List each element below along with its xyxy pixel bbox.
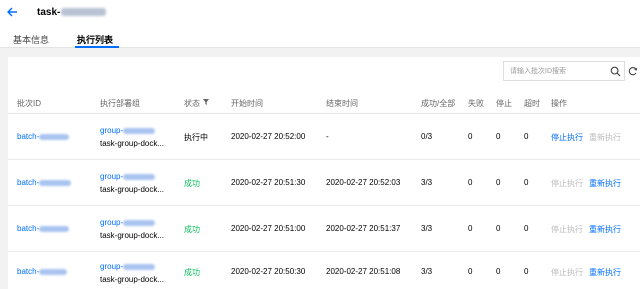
success-count: 0/3 [421,132,433,141]
stopped-count: 0 [496,224,501,233]
stopped-count: 0 [496,178,501,187]
group-id-link[interactable]: group- [100,172,156,181]
active-tab-indicator [75,46,119,48]
group-id-link[interactable]: group- [100,218,156,227]
row-divider [8,205,640,206]
failed-count: 0 [468,267,473,276]
rerun-button[interactable]: 重新执行 [589,132,621,143]
col-header-deploy-group: 执行部署组 [100,99,140,108]
col-header-timeout: 超时 [524,99,540,108]
rerun-button[interactable]: 重新执行 [589,224,621,235]
stopped-count: 0 [496,267,501,276]
end-time: 2020-02-27 20:52:03 [326,178,401,187]
col-header-status: 状态 [184,99,200,108]
refresh-icon[interactable] [628,66,638,76]
rerun-button[interactable]: 重新执行 [589,178,621,189]
batch-id-link[interactable]: batch- [17,132,70,141]
status-text: 成功 [184,179,200,188]
timeout-count: 0 [524,132,529,141]
group-id-link[interactable]: group- [100,126,156,135]
stopped-count: 0 [496,132,501,141]
status-text: 成功 [184,225,200,234]
filter-icon[interactable] [203,99,209,105]
start-time: 2020-02-27 20:52:00 [231,132,306,141]
start-time: 2020-02-27 20:51:00 [231,224,306,233]
batch-search-input[interactable] [510,65,604,77]
col-header-stopped: 停止 [496,99,512,108]
end-time: 2020-02-27 20:51:37 [326,224,401,233]
batch-search-box [503,61,625,81]
status-text: 执行中 [184,133,208,142]
success-count: 3/3 [421,267,433,276]
stop-execution-button[interactable]: 停止执行 [551,132,583,143]
stop-execution-button[interactable]: 停止执行 [551,224,583,235]
header-divider [8,113,640,114]
batch-id-link[interactable]: batch- [17,224,70,233]
col-header-success-total: 成功/全部 [421,99,456,108]
timeout-count: 0 [524,224,529,233]
tab-basic-info[interactable]: 基本信息 [13,33,49,46]
redacted-task-name [61,8,107,17]
col-header-start-time: 开始时间 [231,99,263,108]
row-divider [8,159,640,160]
row-divider [8,251,640,252]
success-count: 3/3 [421,224,433,233]
group-id-link[interactable]: group- [100,262,156,271]
stop-execution-button[interactable]: 停止执行 [551,267,583,278]
tab-execution-list[interactable]: 执行列表 [77,33,113,46]
status-text: 成功 [184,268,200,277]
timeout-count: 0 [524,178,529,187]
end-time: - [326,132,329,141]
batch-id-link[interactable]: batch- [17,178,72,187]
col-header-batch-id: 批次ID [17,99,41,108]
col-header-failed: 失败 [468,99,484,108]
group-name: task-group-dock... [100,231,165,240]
group-name: task-group-dock... [100,275,165,284]
tab-bar: 基本信息 执行列表 [0,28,640,48]
title-prefix: task- [37,7,61,18]
arrow-left-icon[interactable] [5,5,19,19]
stop-execution-button[interactable]: 停止执行 [551,178,583,189]
start-time: 2020-02-27 20:50:30 [231,267,306,276]
failed-count: 0 [468,178,473,187]
search-icon[interactable] [610,66,621,77]
col-header-actions: 操作 [551,99,567,108]
rerun-button[interactable]: 重新执行 [589,267,621,278]
failed-count: 0 [468,132,473,141]
group-name: task-group-dock... [100,185,165,194]
group-name: task-group-dock... [100,139,165,148]
start-time: 2020-02-27 20:51:30 [231,178,306,187]
end-time: 2020-02-27 20:51:08 [326,267,401,276]
col-header-end-time: 结束时间 [326,99,358,108]
success-count: 3/3 [421,178,433,187]
page-title: task- [37,7,107,18]
batch-id-link[interactable]: batch- [17,267,68,276]
failed-count: 0 [468,224,473,233]
timeout-count: 0 [524,267,529,276]
